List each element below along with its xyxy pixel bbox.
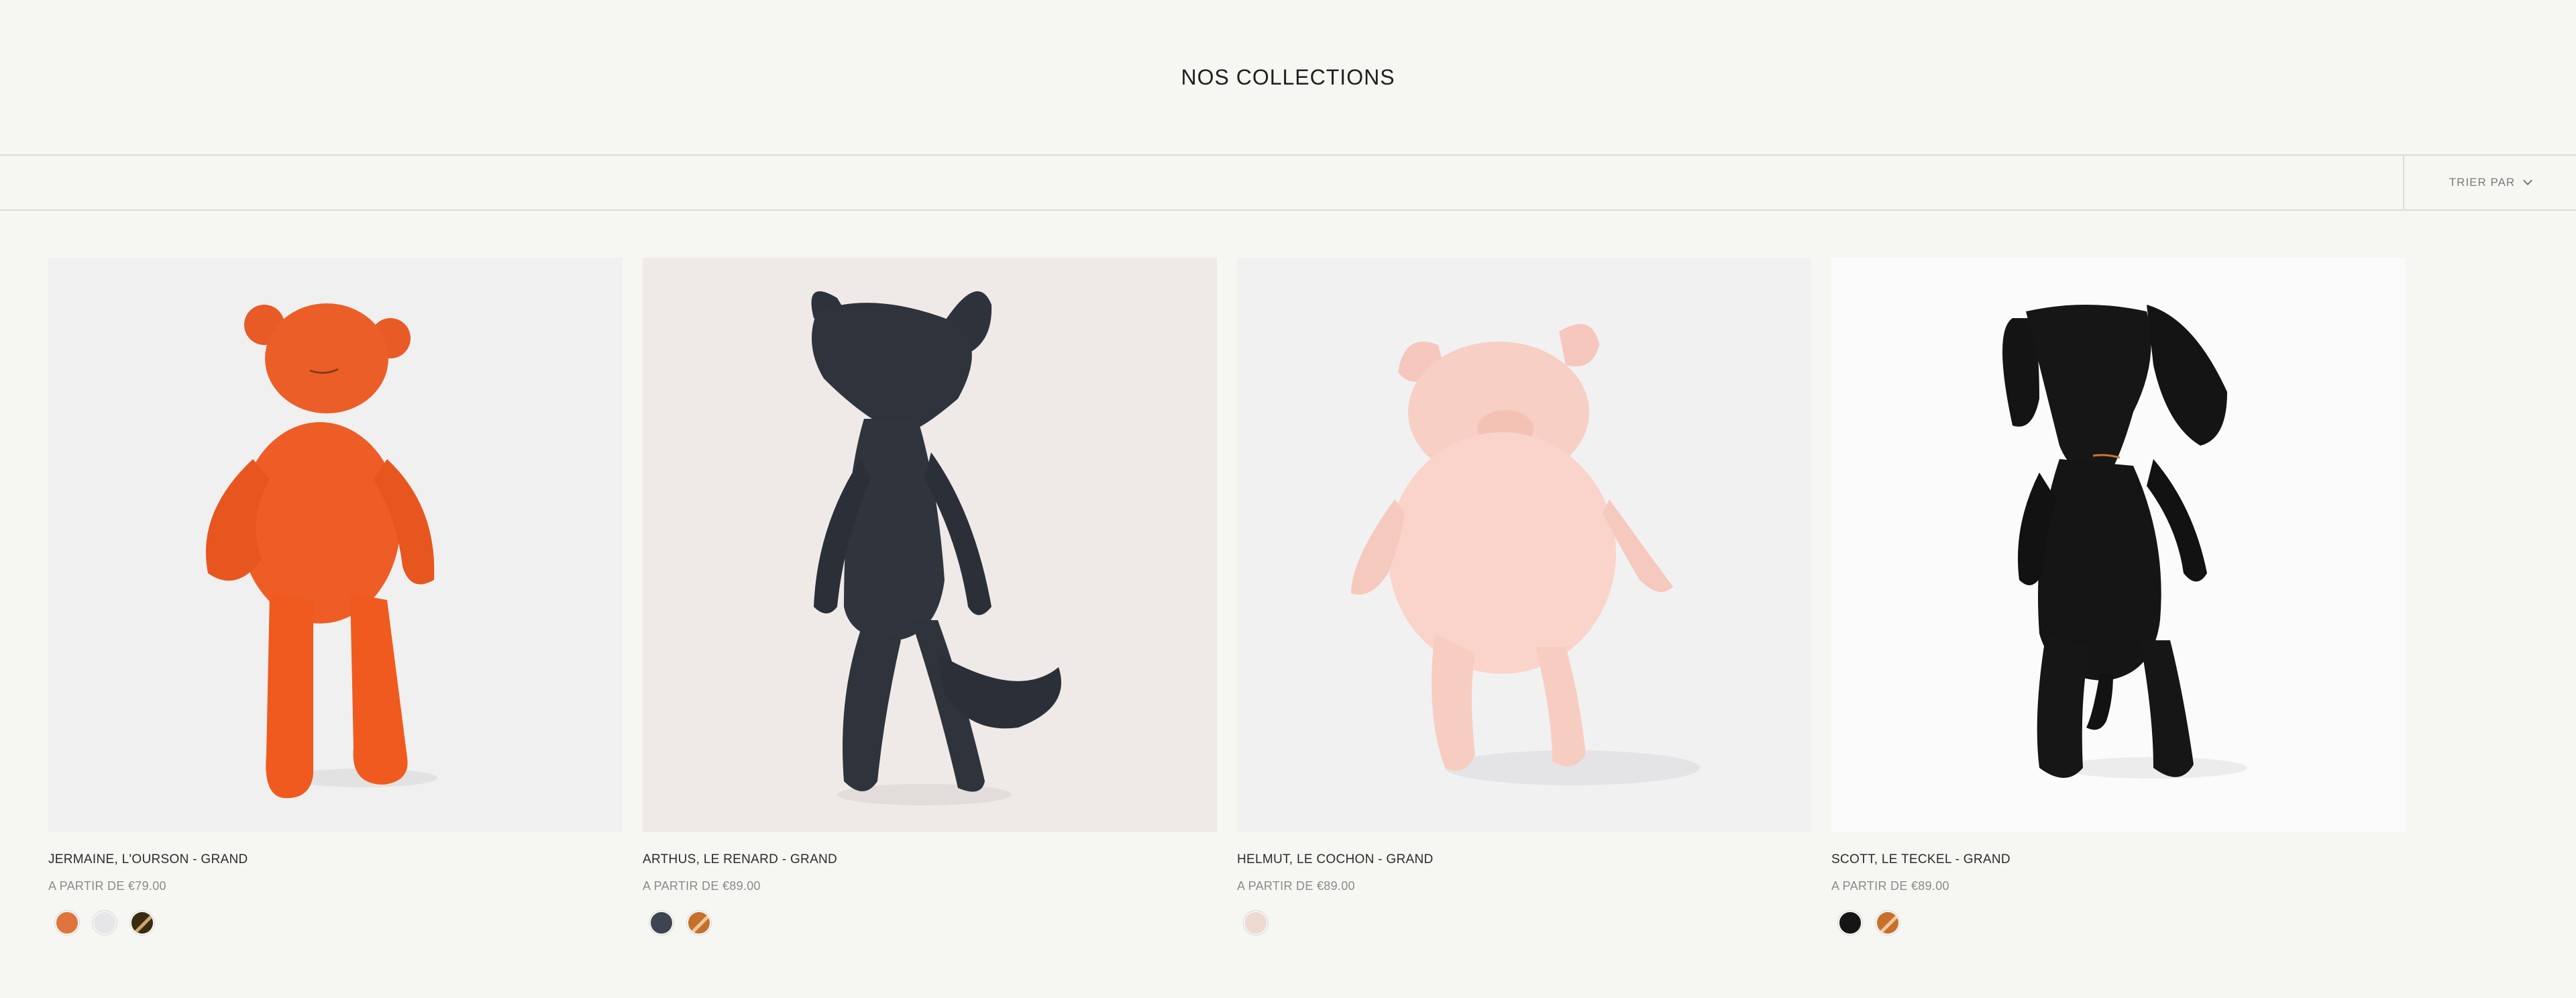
chevron-down-icon (2523, 175, 2533, 186)
product-image-pink-pig[interactable] (1237, 258, 1811, 832)
product-price: A PARTIR DE €89.00 (1831, 879, 1949, 893)
product-name[interactable]: ARTHUS, LE RENARD - GRAND (643, 852, 1217, 867)
product-price: A PARTIR DE €79.00 (48, 879, 166, 893)
product-price: A PARTIR DE €89.00 (1237, 879, 1355, 893)
sort-dropdown[interactable]: TRIER PAR (2403, 156, 2576, 209)
product-card[interactable]: JERMAINE, L'OURSON - GRAND A PARTIR DE €… (48, 258, 623, 935)
swatch-orange[interactable] (1876, 911, 1900, 935)
product-image-dark-fox[interactable] (643, 258, 1217, 832)
product-price: A PARTIR DE €89.00 (643, 879, 761, 893)
product-name[interactable]: SCOTT, LE TECKEL - GRAND (1831, 852, 2406, 867)
color-swatches (48, 911, 623, 935)
page-header: NOS COLLECTIONS (0, 0, 2576, 154)
product-grid: JERMAINE, L'OURSON - GRAND A PARTIR DE €… (48, 258, 2406, 935)
swatch-dark-brown[interactable] (130, 911, 154, 935)
product-card[interactable]: SCOTT, LE TECKEL - GRAND A PARTIR DE €89… (1831, 258, 2406, 935)
color-swatches (1831, 911, 2406, 935)
product-image-black-dachshund[interactable] (1831, 258, 2406, 832)
product-name[interactable]: JERMAINE, L'OURSON - GRAND (48, 852, 623, 867)
product-card[interactable]: HELMUT, LE COCHON - GRAND A PARTIR DE €8… (1237, 258, 1811, 935)
page-title: NOS COLLECTIONS (1181, 64, 1395, 89)
swatch-navy[interactable] (649, 911, 674, 935)
collection-toolbar: TRIER PAR (0, 154, 2576, 211)
color-swatches (1237, 911, 1811, 935)
product-card[interactable]: ARTHUS, LE RENARD - GRAND A PARTIR DE €8… (643, 258, 1217, 935)
sort-label: TRIER PAR (2449, 176, 2516, 189)
swatch-white[interactable] (93, 911, 117, 935)
color-swatches (643, 911, 1217, 935)
swatch-black[interactable] (1838, 911, 1862, 935)
product-name[interactable]: HELMUT, LE COCHON - GRAND (1237, 852, 1811, 867)
swatch-orange[interactable] (55, 911, 79, 935)
swatch-orange[interactable] (687, 911, 711, 935)
product-image-orange-bear[interactable] (48, 258, 623, 832)
swatch-pink[interactable] (1244, 911, 1268, 935)
